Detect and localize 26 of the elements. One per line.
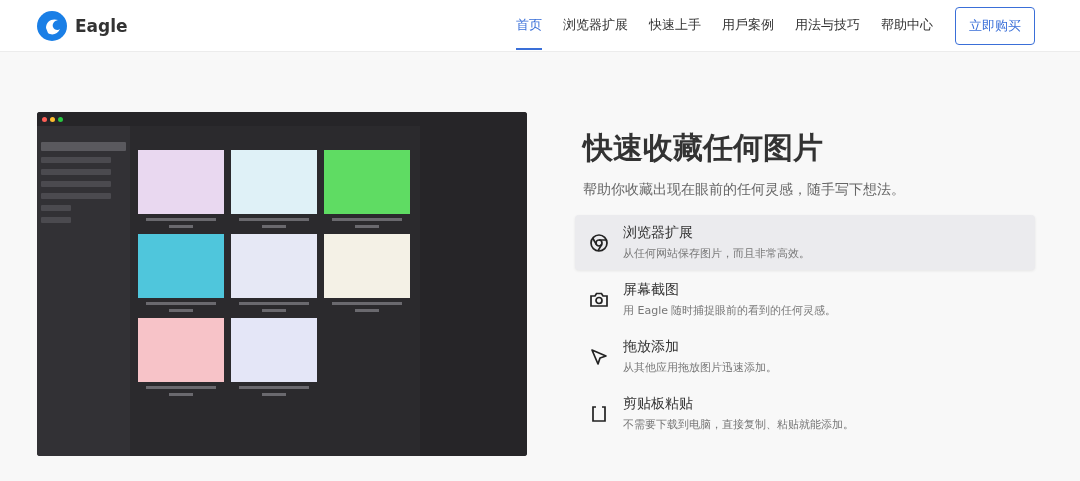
nav-link[interactable]: 浏览器扩展 bbox=[563, 1, 628, 50]
feature-title: 拖放添加 bbox=[623, 338, 680, 356]
feature-description: 从其他应用拖放图片迅速添加。 bbox=[623, 360, 777, 375]
chrome-icon bbox=[589, 232, 609, 253]
buy-button[interactable]: 立即购买 bbox=[955, 6, 1035, 45]
feature-item[interactable]: 拖放添加 从其他应用拖放图片迅速添加。 bbox=[575, 329, 1035, 384]
cursor-icon bbox=[589, 346, 609, 367]
section-title: 快速收藏任何图片 bbox=[583, 129, 824, 167]
feature-item[interactable]: 剪贴板粘贴 不需要下载到电脑，直接复制、粘贴就能添加。 bbox=[575, 386, 1035, 441]
clipboard-icon bbox=[589, 403, 609, 424]
nav-link[interactable]: 用法与技巧 bbox=[795, 1, 860, 50]
section-subtitle: 帮助你收藏出现在眼前的任何灵感，随手写下想法。 bbox=[583, 181, 906, 199]
brand-name: Eagle bbox=[75, 15, 128, 36]
feature-title: 屏幕截图 bbox=[623, 281, 680, 299]
feature-description: 用 Eagle 随时捕捉眼前的看到的任何灵感。 bbox=[623, 303, 837, 318]
nav-link[interactable]: 帮助中心 bbox=[881, 1, 933, 50]
nav-link[interactable]: 快速上手 bbox=[649, 1, 701, 50]
nav-link[interactable]: 首页 bbox=[516, 1, 542, 50]
feature-description: 不需要下载到电脑，直接复制、粘贴就能添加。 bbox=[623, 417, 854, 432]
eagle-logo-icon bbox=[37, 10, 67, 41]
nav-link[interactable]: 用戶案例 bbox=[722, 1, 774, 50]
feature-title: 浏览器扩展 bbox=[623, 224, 694, 242]
feature-description: 从任何网站保存图片，而且非常高效。 bbox=[623, 246, 810, 261]
feature-title: 剪贴板粘贴 bbox=[623, 395, 694, 413]
feature-item[interactable]: 屏幕截图 用 Eagle 随时捕捉眼前的看到的任何灵感。 bbox=[575, 272, 1035, 327]
feature-item[interactable]: 浏览器扩展 从任何网站保存图片，而且非常高效。 bbox=[575, 215, 1035, 270]
